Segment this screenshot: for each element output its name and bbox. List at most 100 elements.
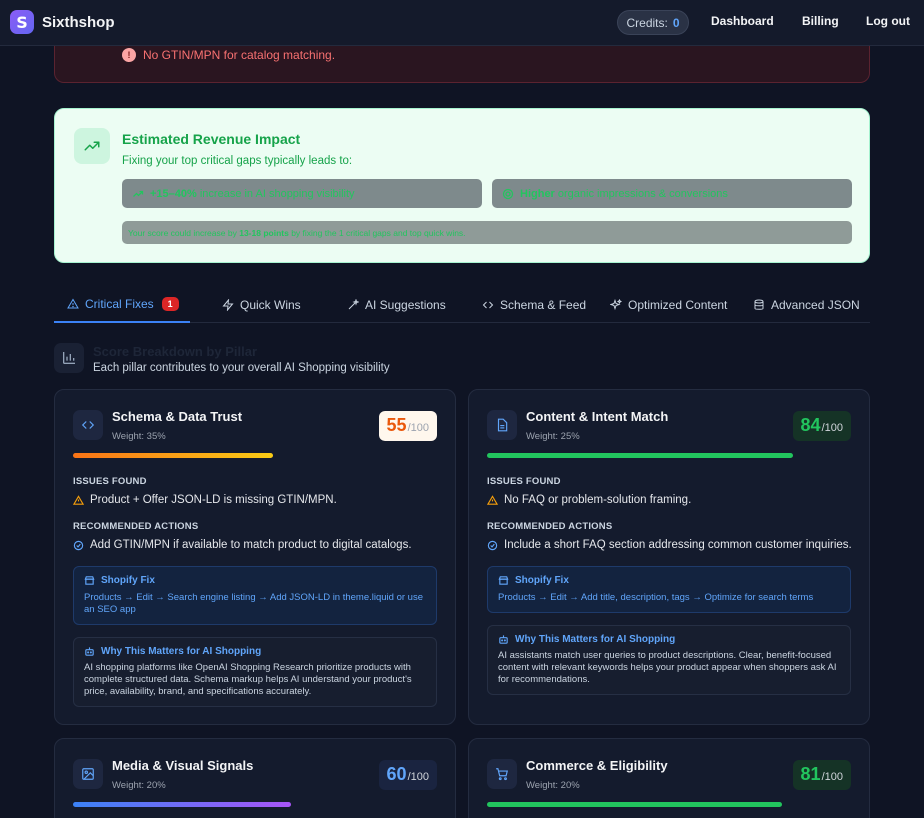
note-post: by fixing the 1 critical gaps and top qu… [291, 227, 466, 238]
why-body: AI assistants match user queries to prod… [498, 650, 837, 685]
database-icon [754, 299, 764, 310]
nav-billing-link[interactable]: Billing [802, 14, 839, 28]
action-item: Include a short FAQ section addressing c… [487, 539, 852, 551]
score-bar-fill [73, 453, 274, 458]
score-value: 60 [386, 764, 407, 784]
alert-icon: ! [122, 48, 136, 62]
score-bar [487, 453, 851, 458]
card-weight: Weight: 25% [526, 431, 580, 442]
card-title: Media & Visual Signals [112, 758, 254, 773]
check-circle-icon [73, 540, 84, 550]
impressions-pill-text: organic impressions & conversions [557, 187, 728, 200]
top-nav: S Sixthshop Credits: 0 Dashboard Billing… [0, 0, 924, 46]
score-value: 81 [800, 764, 821, 784]
issue-item: Product + Offer JSON-LD is missing GTIN/… [73, 494, 337, 506]
tab-critical-fixes-label: Critical Fixes [85, 296, 154, 311]
score-bar [73, 453, 437, 458]
credits-value: 0 [672, 15, 680, 30]
tab-advanced-json[interactable]: Advanced JSON [753, 286, 860, 323]
score-badge: 84 /100 [792, 411, 851, 441]
credits-badge[interactable]: Credits: 0 [617, 10, 689, 35]
card-weight: Weight: 20% [526, 780, 580, 791]
score-bar-fill [73, 802, 292, 807]
trending-up-icon [74, 128, 110, 164]
card-weight: Weight: 35% [112, 431, 166, 442]
alert-item: ! No GTIN/MPN for catalog matching. [122, 48, 335, 62]
brand[interactable]: S Sixthshop [10, 10, 115, 34]
pillar-card-commerce: Commerce & Eligibility Weight: 20% 81 /1… [468, 738, 870, 818]
warning-icon [67, 298, 79, 308]
score-max: /100 [407, 771, 429, 783]
image-icon [73, 759, 103, 789]
actions-label: RECOMMENDED ACTIONS [487, 521, 613, 532]
note-pre: Your score could increase by [128, 227, 237, 238]
fix-body: Products → Edit → Search engine listing … [84, 592, 423, 615]
store-icon [498, 576, 509, 585]
brand-name: Sixthshop [42, 13, 115, 31]
issue-text: No FAQ or problem-solution framing. [504, 494, 692, 506]
fix-title: Shopify Fix [515, 575, 569, 586]
tab-optimized-content-label: Optimized Content [628, 297, 728, 312]
breakdown-subtitle: Each pillar contributes to your overall … [93, 362, 390, 374]
store-icon [84, 576, 95, 585]
action-text: Add GTIN/MPN if available to match produ… [90, 539, 412, 551]
issue-item: No FAQ or problem-solution framing. [487, 494, 691, 506]
tab-schema-feed-label: Schema & Feed [500, 297, 587, 312]
visibility-pill-text: increase in AI shopping visibility [199, 187, 355, 200]
actions-label: RECOMMENDED ACTIONS [73, 521, 199, 532]
tab-quick-wins-label: Quick Wins [240, 297, 301, 312]
nav-logout-link[interactable]: Log out [866, 14, 910, 28]
tab-advanced-json-label: Advanced JSON [771, 297, 860, 312]
tab-ai-suggestions-label: AI Suggestions [365, 297, 446, 312]
tab-quick-wins[interactable]: Quick Wins [222, 286, 301, 323]
document-icon [487, 410, 517, 440]
bot-icon [85, 647, 94, 656]
revenue-subtitle: Fixing your top critical gaps typically … [122, 155, 353, 167]
score-badge: 60 /100 [378, 760, 437, 790]
bar-chart-icon [54, 343, 84, 373]
tab-bar: Critical Fixes 1 Quick Wins AI Suggestio… [54, 286, 870, 323]
code-icon [482, 301, 494, 308]
tab-critical-fixes[interactable]: Critical Fixes 1 [54, 286, 190, 323]
score-increase-note: Your score could increase by 13-18 point… [122, 221, 852, 244]
tab-ai-suggestions[interactable]: AI Suggestions [347, 286, 446, 323]
cart-icon [487, 759, 517, 789]
card-title: Commerce & Eligibility [526, 758, 668, 773]
visibility-pill-bold: +15–40% [150, 187, 197, 200]
impressions-pill: Higher organic impressions & conversions [492, 179, 852, 208]
warning-icon [73, 494, 84, 505]
why-title: Why This Matters for AI Shopping [515, 634, 676, 645]
tab-schema-feed[interactable]: Schema & Feed [482, 286, 586, 323]
check-circle-icon [487, 540, 498, 550]
warning-icon [487, 494, 498, 505]
pillar-card-schema: Schema & Data Trust Weight: 35% 55 /100 … [54, 389, 456, 725]
score-max: /100 [821, 422, 843, 434]
visibility-pill: +15–40% increase in AI shopping visibili… [122, 179, 482, 208]
why-title: Why This Matters for AI Shopping [101, 646, 262, 657]
trending-up-icon [133, 190, 144, 197]
why-body: AI shopping platforms like OpenAI Shoppi… [84, 662, 412, 697]
pillar-card-content: Content & Intent Match Weight: 25% 84 /1… [468, 389, 870, 725]
score-bar [73, 802, 437, 807]
issues-label: ISSUES FOUND [73, 476, 147, 487]
action-text: Include a short FAQ section addressing c… [504, 539, 852, 551]
pillar-card-media: Media & Visual Signals Weight: 20% 60 /1… [54, 738, 456, 818]
nav-dashboard-link[interactable]: Dashboard [711, 14, 774, 28]
score-value: 55 [386, 415, 407, 435]
issue-text: Product + Offer JSON-LD is missing GTIN/… [90, 494, 337, 506]
why-matters-box: Why This Matters for AI Shopping AI assi… [487, 625, 851, 695]
tab-optimized-content[interactable]: Optimized Content [610, 286, 727, 323]
note-bold: 13-18 points [239, 227, 289, 238]
score-badge: 55 /100 [378, 411, 437, 441]
why-matters-box: Why This Matters for AI Shopping AI shop… [73, 637, 437, 707]
fix-body: Products → Edit → Add title, description… [498, 592, 814, 603]
score-max: /100 [407, 422, 429, 434]
code-icon [73, 410, 103, 440]
lightning-icon [222, 298, 234, 311]
impressions-pill-bold: Higher [520, 187, 555, 200]
breakdown-title: Score Breakdown by Pillar [93, 344, 258, 359]
target-icon [502, 188, 514, 199]
magic-wand-icon [348, 298, 359, 309]
card-weight: Weight: 20% [112, 780, 166, 791]
revenue-impact-card: Estimated Revenue Impact Fixing your top… [54, 108, 870, 263]
